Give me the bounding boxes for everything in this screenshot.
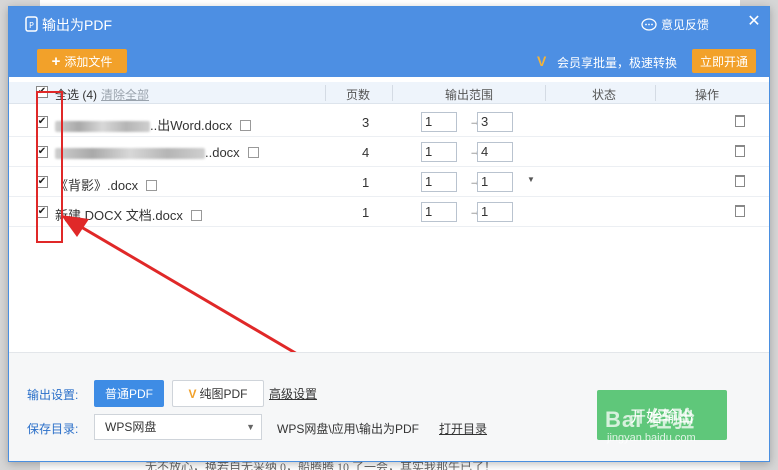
chevron-down-icon: ▼ — [246, 422, 255, 432]
image-pdf-button[interactable]: V 纯图PDF — [172, 380, 264, 407]
output-settings-label: 输出设置: — [27, 388, 79, 402]
baidu-watermark-url: jingyan.baidu.com — [607, 432, 696, 444]
vip-badge-icon: V — [188, 386, 197, 401]
export-pdf-dialog: P 输出为PDF 意见反馈 ✕ + 添加文件 V 会员享批量，极速转换 立即开通… — [8, 6, 770, 462]
save-dir-label: 保存目录: — [27, 422, 79, 436]
save-location-select[interactable]: WPS网盘 ▼ — [94, 414, 262, 440]
save-location-value: WPS网盘 — [105, 420, 157, 434]
advanced-settings-link[interactable]: 高级设置 — [269, 385, 317, 402]
normal-pdf-button[interactable]: 普通PDF — [94, 380, 164, 407]
image-pdf-label: 纯图PDF — [199, 387, 248, 401]
save-path: WPS网盘\应用\输出为PDF — [277, 422, 420, 436]
baidu-watermark: Bai 经验 — [605, 407, 696, 432]
open-directory-link[interactable]: 打开目录 — [439, 420, 487, 437]
